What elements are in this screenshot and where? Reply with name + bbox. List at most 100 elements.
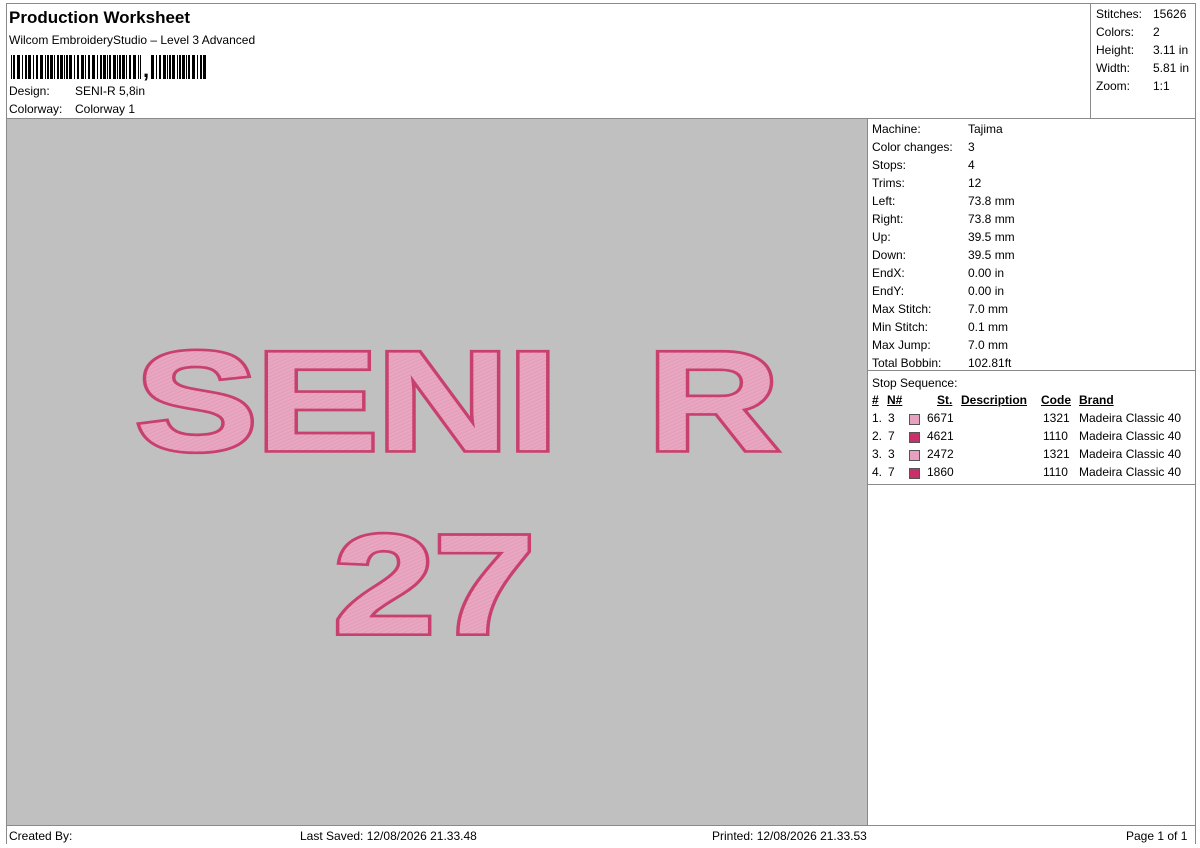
width-value: 5.81 in: [1153, 61, 1190, 75]
barcode-separator: ,: [143, 57, 150, 82]
machine-info-label: Max Stitch:: [872, 302, 932, 316]
stop-row: 1. 3 6671 1321 Madeira Classic 40: [868, 411, 1195, 429]
worksheet-header: Production Worksheet Wilcom EmbroiderySt…: [7, 4, 1089, 118]
machine-info-label: EndY:: [872, 284, 905, 298]
barcode-bars-right: [151, 55, 207, 79]
machine-info-value: 4: [968, 158, 975, 172]
stop-row-code: 1110: [1043, 429, 1068, 443]
stitches-value: 15626: [1153, 7, 1187, 21]
worksheet-footer: Created By: Last Saved: 12/08/2026 21.33…: [7, 825, 1195, 844]
design-label: Design:: [9, 84, 50, 98]
machine-info-label: Min Stitch:: [872, 320, 929, 334]
stop-row-code: 1321: [1043, 447, 1070, 461]
stop-row-code: 1110: [1043, 465, 1068, 479]
stop-row-num: 3.: [872, 447, 883, 461]
stop-row-stitches: 6671: [927, 411, 954, 425]
width-row: Width: 5.81 in: [1096, 61, 1189, 75]
colorway-label: Colorway:: [9, 102, 63, 116]
stop-row-brand: Madeira Classic 40: [1079, 411, 1182, 425]
width-label: Width:: [1096, 61, 1131, 75]
machine-info-value: 3: [968, 140, 975, 154]
stop-row: 2. 7 4621 1110 Madeira Classic 40: [868, 429, 1195, 447]
colorway-value: Colorway 1: [75, 102, 136, 116]
colors-row: Colors: 2: [1096, 25, 1160, 39]
machine-info-label: Machine:: [872, 122, 921, 136]
machine-info-row: Left: 73.8 mm: [872, 194, 1015, 208]
machine-info-value: 102.81ft: [968, 356, 1012, 370]
col-header-code: Code: [1041, 393, 1071, 407]
software-subtitle: Wilcom EmbroideryStudio – Level 3 Advanc…: [9, 33, 256, 47]
barcode: ,: [11, 53, 207, 82]
machine-info-panel: Stop Sequence: # N# St. Description Code…: [868, 119, 1195, 825]
machine-info-value: Tajima: [968, 122, 1003, 136]
stop-row-num: 4.: [872, 465, 883, 479]
stop-row-stitches: 2472: [927, 447, 954, 461]
height-label: Height:: [1096, 43, 1135, 57]
production-worksheet: Production Worksheet Wilcom EmbroiderySt…: [6, 3, 1196, 844]
stop-sequence-title: Stop Sequence:: [872, 376, 958, 390]
machine-info-label: Stops:: [872, 158, 907, 172]
machine-info-value: 39.5 mm: [968, 230, 1015, 244]
stop-row-code: 1321: [1043, 411, 1070, 425]
stitches-label: Stitches:: [1096, 7, 1143, 21]
machine-info-label: Max Jump:: [872, 338, 931, 352]
machine-info-value: 73.8 mm: [968, 212, 1015, 226]
stop-sequence-divider: [868, 484, 1195, 485]
design-stats-panel: Stitches: 15626 Colors: 2 Height: 3.11 i…: [1090, 4, 1195, 118]
stop-row-brand: Madeira Classic 40: [1079, 465, 1182, 479]
machine-info-row: Down: 39.5 mm: [872, 248, 1015, 262]
design-text-r: R: [647, 322, 778, 481]
machine-info-value: 0.00 in: [968, 266, 1005, 280]
machine-info-row: Min Stitch: 0.1 mm: [872, 320, 1008, 334]
stop-row-needle: 7: [888, 429, 895, 443]
machine-info-value: 73.8 mm: [968, 194, 1015, 208]
stop-row-needle: 3: [888, 447, 895, 461]
height-value: 3.11 in: [1153, 43, 1189, 57]
barcode-bars-left: [11, 55, 141, 79]
thread-color-swatch: [909, 468, 920, 479]
zoom-label: Zoom:: [1096, 79, 1131, 93]
machine-info-row: Stops: 4: [872, 158, 975, 172]
colorway-row: Colorway: Colorway 1: [9, 102, 135, 116]
machine-info-value: 12: [968, 176, 982, 190]
machine-info-label: EndX:: [872, 266, 905, 280]
stop-row-stitches: 1860: [927, 465, 954, 479]
machine-info-label: Right:: [872, 212, 904, 226]
thread-color-swatch: [909, 432, 920, 443]
zoom-row: Zoom: 1:1: [1096, 79, 1170, 93]
machine-info-row: Total Bobbin: 102.81ft: [872, 356, 1011, 370]
stop-row-needle: 7: [888, 465, 895, 479]
machine-info-value: 39.5 mm: [968, 248, 1015, 262]
colors-label: Colors:: [1096, 25, 1135, 39]
stop-row-brand: Madeira Classic 40: [1079, 447, 1182, 461]
printed-date: Printed: 12/08/2026 21.33.53: [712, 829, 867, 843]
stitches-row: Stitches: 15626: [1096, 7, 1186, 21]
stop-row-stitches: 4621: [927, 429, 954, 443]
last-saved: Last Saved: 12/08/2026 21.33.48: [300, 829, 477, 843]
thread-color-swatch: [909, 414, 920, 425]
machine-info-row: Machine: Tajima: [872, 122, 1003, 136]
machine-info-label: Left:: [872, 194, 896, 208]
design-text-line2: 27: [333, 505, 534, 664]
machine-info-value: 0.00 in: [968, 284, 1005, 298]
design-text-line1: SENI R: [135, 322, 778, 481]
machine-info-row: EndY: 0.00 in: [872, 284, 1004, 298]
embroidery-preview: SENI R 27: [132, 318, 783, 666]
col-header-brand: Brand: [1079, 393, 1114, 407]
design-value: SENI-R 5,8in: [75, 84, 146, 98]
machine-info-value: 0.1 mm: [968, 320, 1009, 334]
machine-info-row: Max Stitch: 7.0 mm: [872, 302, 1008, 316]
stop-row-needle: 3: [888, 411, 895, 425]
design-preview-canvas: SENI R 27: [7, 119, 868, 825]
info-divider: [868, 370, 1195, 371]
col-header-num: #: [872, 393, 879, 407]
created-by: Created By:: [9, 829, 73, 843]
machine-info-value: 7.0 mm: [968, 302, 1009, 316]
machine-info-label: Total Bobbin:: [872, 356, 942, 370]
stop-row: 3. 3 2472 1321 Madeira Classic 40: [868, 447, 1195, 465]
page-number: Page 1 of 1: [1126, 829, 1188, 843]
design-text-seni: SENI: [135, 322, 556, 481]
page-title: Production Worksheet: [9, 8, 191, 27]
machine-info-row: Trims: 12: [872, 176, 981, 190]
machine-info-label: Trims:: [872, 176, 905, 190]
